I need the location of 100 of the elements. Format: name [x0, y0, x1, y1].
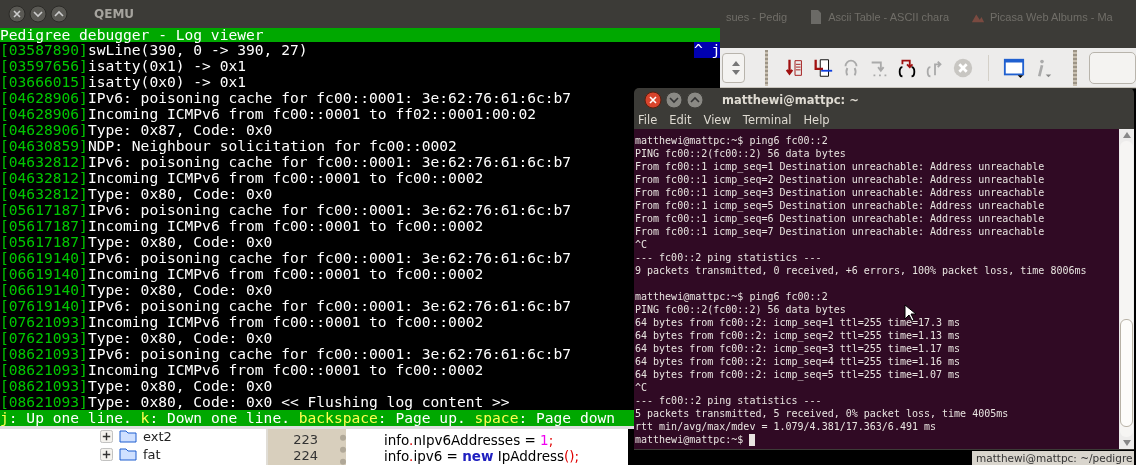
- terminal-line: 9 packets transmitted, 0 received, +6 errors, 100% packet loss, time 8006ms: [635, 264, 1087, 277]
- combo-field[interactable]: [1089, 51, 1136, 84]
- terminal-line: From fc00::1 icmp_seq=2 Destination unreachable: Address unreachable: [635, 173, 1045, 186]
- log-timestamp: [07621093]: [0, 329, 88, 346]
- code-line: info.ipv6 = new IpAddress();: [384, 448, 581, 464]
- scroll-down-icon[interactable]: [1122, 440, 1131, 446]
- terminal-line: 64 bytes from fc00::2: icmp_seq=3 ttl=255 time=1.17 ms: [635, 342, 961, 355]
- minimize-icon[interactable]: [29, 5, 47, 23]
- terminal-line: ^C: [635, 381, 648, 394]
- line-number: 223: [293, 432, 318, 448]
- menu-item[interactable]: Edit: [669, 113, 692, 127]
- document-arrow-icon[interactable]: [812, 56, 835, 79]
- menu-item[interactable]: Terminal: [742, 113, 792, 127]
- scroll-hint: ^ j: [694, 42, 720, 58]
- scrollbar[interactable]: [1119, 129, 1134, 449]
- log-message: Type: 0x80, Code: 0x0: [87, 233, 273, 250]
- log-timestamp: [04632812]: [0, 153, 88, 170]
- log-timestamp: [04628906]: [0, 121, 88, 138]
- log-timestamp: [04632812]: [0, 169, 88, 186]
- log-timestamp: [04628906]: [0, 89, 88, 106]
- log-message: IPv6: poisoning cache for fc00::0001: 3e:62:76:61:6c:b7: [87, 153, 572, 170]
- code-line: info.nIpv6Addresses = 1;: [384, 432, 555, 448]
- log-timestamp: [06619140]: [0, 281, 88, 298]
- log-message: Type: 0x87, Code: 0x0: [87, 121, 273, 138]
- expand-icon[interactable]: [100, 429, 113, 443]
- toolbar-grip[interactable]: [1073, 49, 1078, 86]
- log-message: Type: 0x80, Code: 0x0: [87, 281, 273, 298]
- scrollbar-thumb[interactable]: [1120, 319, 1133, 427]
- log-timestamp: [08621093]: [0, 345, 88, 362]
- terminal-line: From fc00::1 icmp_seq=5 Destination unreachable: Address unreachable: [635, 199, 1045, 212]
- taskbar-button[interactable]: matthewi@mattpc: ~/pedigre: [972, 451, 1135, 465]
- maximize-icon[interactable]: [50, 5, 68, 23]
- log-timestamp: [05617187]: [0, 217, 88, 234]
- terminal-line: matthewi@mattpc:~$ ping6 fc00::2: [635, 290, 828, 303]
- log-timestamp: [04632812]: [0, 185, 88, 202]
- log-message: IPv6: poisoning cache for fc00::0001: 3e:62:76:61:6c:b7: [87, 89, 572, 106]
- log-message: Type: 0x80, Code: 0x0 << Flushing log content >>: [87, 393, 510, 410]
- log-message: IPv6: poisoning cache for fc00::0001: 3e:62:76:61:6c:b7: [87, 201, 572, 218]
- tree-item[interactable]: fat: [143, 446, 161, 462]
- log-message: Incoming ICMPv6 from fc00::0001 to fc00::0002: [87, 217, 484, 234]
- terminal-line: --- fc00::2 ping statistics ---: [635, 251, 822, 264]
- terminal-line: From fc00::1 icmp_seq=6 Destination unreachable: Address unreachable: [635, 212, 1045, 225]
- log-timestamp: [06619140]: [0, 265, 88, 282]
- terminal-line: 64 bytes from fc00::2: icmp_seq=4 ttl=255 time=1.16 ms: [635, 355, 961, 368]
- log-message: Type: 0x80, Code: 0x0: [87, 329, 273, 346]
- toolbar-grip[interactable]: [764, 49, 769, 86]
- log-timestamp: [03666015]: [0, 73, 88, 90]
- menu-item[interactable]: File: [638, 113, 658, 127]
- terminal-line: 64 bytes from fc00::2: icmp_seq=5 ttl=255 time=1.07 ms: [635, 368, 961, 381]
- window-icon[interactable]: [1003, 56, 1026, 79]
- terminal-line: 5 packets transmitted, 5 received, 0% packet loss, time 4005ms: [635, 407, 1009, 420]
- log-message: Incoming ICMPv6 from fc00::0001 to ff02::0001:00:02: [87, 105, 536, 122]
- log-message: Type: 0x80, Code: 0x0: [87, 377, 273, 394]
- log-message: Type: 0x80, Code: 0x0: [87, 185, 273, 202]
- log-message: IPv6: poisoning cache for fc00::0001: 3e:62:76:61:6c:b7: [87, 297, 572, 314]
- terminal-line: From fc00::1 icmp_seq=3 Destination unreachable: Address unreachable: [635, 186, 1045, 199]
- log-timestamp: [03597656]: [0, 57, 88, 74]
- log-timestamp: [06619140]: [0, 249, 88, 266]
- log-message: Incoming ICMPv6 from fc00::0001 to fc00::0002: [87, 169, 484, 186]
- log-message: Incoming ICMPv6 from fc00::0001 to fc00::0002: [87, 361, 484, 378]
- terminal-line: 64 bytes from fc00::2: icmp_seq=1 ttl=255 time=17.3 ms: [635, 316, 961, 329]
- log-timestamp: [04628906]: [0, 105, 88, 122]
- shell-prompt: matthewi@mattpc:~$: [635, 433, 744, 446]
- terminal-line: From fc00::1 icmp_seq=7 Destination unreachable: Address unreachable: [635, 225, 1045, 238]
- maximize-icon[interactable]: [686, 91, 704, 109]
- terminal-line: rtt min/avg/max/mdev = 1.079/4.381/17.363/6.491 ms: [635, 420, 937, 433]
- close-icon[interactable]: [644, 91, 662, 109]
- window-title: matthewi@mattpc: ~: [722, 93, 859, 107]
- terminal-line: 64 bytes from fc00::2: icmp_seq=2 ttl=255 time=1.13 ms: [635, 329, 961, 342]
- folder-icon: [119, 447, 137, 461]
- log-timestamp: [07621093]: [0, 313, 88, 330]
- log-message: IPv6: poisoning cache for fc00::0001: 3e:62:76:61:6c:b7: [87, 249, 572, 266]
- log-timestamp: [08621093]: [0, 361, 88, 378]
- log-timestamp: [05617187]: [0, 233, 88, 250]
- log-timestamp: [08621093]: [0, 377, 88, 394]
- expand-icon[interactable]: [100, 447, 113, 461]
- close-icon[interactable]: [8, 5, 26, 23]
- log-message: isatty(0x1) -> 0x1: [87, 57, 247, 74]
- terminal-line: From fc00::1 icmp_seq=1 Destination unreachable: Address unreachable: [635, 160, 1045, 173]
- log-message: Incoming ICMPv6 from fc00::0001 to fc00::0002: [87, 313, 484, 330]
- document-icon: [809, 9, 824, 25]
- terminal-line: ^C: [635, 238, 648, 251]
- menu-item[interactable]: View: [703, 113, 731, 127]
- log-timestamp: [05617187]: [0, 201, 88, 218]
- scroll-up-icon[interactable]: [1122, 132, 1131, 138]
- log-message: isatty(0x0) -> 0x1: [87, 73, 247, 90]
- log-timestamp: [07619140]: [0, 297, 88, 314]
- terminal-line: --- fc00::2 ping statistics ---: [635, 394, 822, 407]
- terminal-line: PING fc00::2(fc00::2) 56 data bytes: [635, 303, 846, 316]
- spin-field[interactable]: [722, 52, 745, 83]
- log-message: Incoming ICMPv6 from fc00::0001 to fc00::0002: [87, 265, 484, 282]
- minimize-icon[interactable]: [665, 91, 683, 109]
- log-timestamp: [08621093]: [0, 393, 88, 410]
- terminal-line: PING fc00::2(fc00::2) 56 data bytes: [635, 147, 846, 160]
- tree-item[interactable]: ext2: [143, 428, 172, 444]
- window-title: QEMU: [94, 7, 135, 21]
- menu-item[interactable]: Help: [803, 113, 830, 127]
- text-cursor: [749, 433, 756, 446]
- log-message: IPv6: poisoning cache for fc00::0001: 3e:62:76:61:6c:b7: [87, 345, 572, 362]
- spin-arrows-icon[interactable]: [731, 59, 740, 76]
